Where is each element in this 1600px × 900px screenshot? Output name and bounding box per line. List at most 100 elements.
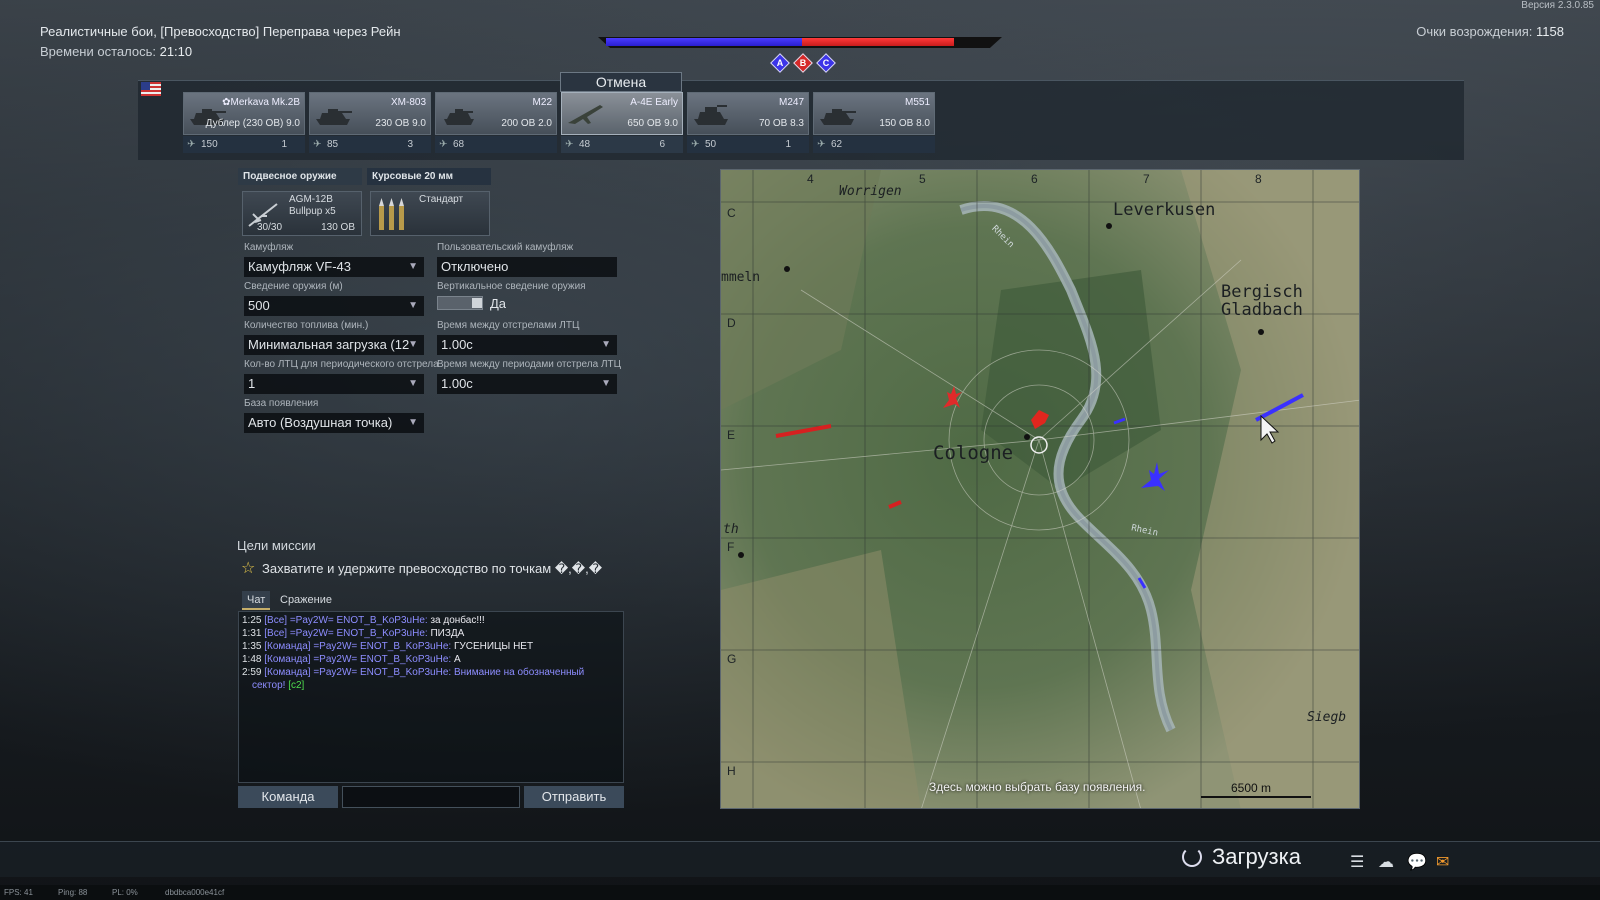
ammo-name: Стандарт <box>419 194 464 205</box>
tactical-map[interactable]: 4 5 6 7 8 C D E F G H Worrigen Leverkuse… <box>720 169 1360 809</box>
unit-br: 650 ОВ 9.0 <box>627 118 678 129</box>
chevron-down-icon: ▼ <box>408 261 418 272</box>
zone-a-marker: A <box>770 53 790 73</box>
chat-log[interactable]: 1:25 [Все] =Pay2W= ENOT_B_KoP3uHe: за до… <box>238 611 624 783</box>
send-button[interactable]: Отправить <box>524 786 624 808</box>
unit-name: ✿Merkava Mk.2B <box>222 97 300 108</box>
ping-readout: Ping: 88 <box>58 888 88 897</box>
spawn-base-label: База появления <box>244 398 319 409</box>
fuel-select[interactable]: Минимальная загрузка (12 ▼ <box>244 335 424 355</box>
map-scale-label: 6500 m <box>1231 781 1272 795</box>
unit-slot-xm803[interactable]: XM-803 230 ОВ 9.0 85 3 <box>309 92 431 154</box>
unit-cost: 150 <box>201 139 218 150</box>
chat-bubble-icon[interactable]: 💬 <box>1407 852 1427 872</box>
tracer-time-label: Время между отстрелами ЛТЦ <box>437 320 580 331</box>
unit-slot-m551[interactable]: M551 150 ОВ 8.0 62 <box>813 92 935 154</box>
map-scale-bar <box>1201 796 1311 798</box>
mission-objectives-title: Цели миссии <box>237 538 316 553</box>
convergence-select[interactable]: 500 ▼ <box>244 296 424 316</box>
score-bar-blue <box>606 38 802 46</box>
unit-br: 70 ОВ 8.3 <box>758 118 804 129</box>
chat-channel-team-button[interactable]: Команда <box>238 786 338 808</box>
tracer-count-select[interactable]: 1 ▼ <box>244 374 424 394</box>
time-left-label: Времени осталось: <box>40 44 156 59</box>
chevron-down-icon: ▼ <box>408 339 418 350</box>
unit-count: 3 <box>407 139 413 150</box>
chevron-down-icon: ▼ <box>601 378 611 389</box>
status-bar: FPS: 41 Ping: 88 PL: 0% dbdbca000e41cf <box>0 885 1600 900</box>
fuel-label: Количество топлива (мин.) <box>244 320 369 331</box>
tab-chat[interactable]: Чат <box>242 591 271 610</box>
unit-cost: 62 <box>831 139 843 150</box>
mail-icon[interactable]: ✉ <box>1436 852 1449 872</box>
chat-line: сектор! [c2] <box>252 680 305 691</box>
unit-cost: 68 <box>453 139 465 150</box>
tab-guns[interactable]: Курсовые 20 мм <box>367 168 491 185</box>
score-bar-red <box>802 38 954 46</box>
zone-b-marker: B <box>793 53 813 73</box>
unit-cost: 50 <box>705 139 717 150</box>
city-label: Bergisch <box>1221 282 1303 302</box>
map-row-label: C <box>727 206 736 220</box>
jet-icon <box>568 105 603 124</box>
city-label: th <box>723 522 739 537</box>
tab-battle[interactable]: Сражение <box>275 591 337 610</box>
unit-br: 200 ОВ 2.0 <box>501 118 552 129</box>
unit-slot-a4e[interactable]: A-4E Early 650 ОВ 9.0 48 6 <box>561 92 683 154</box>
camo-select[interactable]: Камуфляж VF-43 ▼ <box>244 257 424 277</box>
unit-slot-merkava[interactable]: ✿Merkava Mk.2B Дублер (230 ОВ) 9.0 150 1 <box>183 92 305 154</box>
map-row-label: G <box>727 652 737 666</box>
tank-icon <box>820 109 856 125</box>
packet-loss-readout: PL: 0% <box>112 888 138 897</box>
missile-name: AGM-12B Bullpup x5 <box>289 194 336 217</box>
missile-ammo: 30/30 <box>257 222 283 233</box>
chevron-down-icon: ▼ <box>408 378 418 389</box>
time-left: Времени осталось: 21:10 <box>40 44 192 59</box>
cancel-button[interactable]: Отмена <box>560 72 682 92</box>
spawn-base-select[interactable]: Авто (Воздушная точка) ▼ <box>244 413 424 433</box>
missile-cost: 130 ОВ <box>321 222 355 233</box>
map-terrain <box>721 170 1359 808</box>
city-label: Worrigen <box>839 184 902 199</box>
star-icon: ☆ <box>241 560 256 577</box>
unit-count: 6 <box>659 139 665 150</box>
unit-cost: 85 <box>327 139 339 150</box>
convergence-label: Сведение оружия (м) <box>244 281 343 292</box>
city-label: mmeln <box>721 270 761 285</box>
time-left-value: 21:10 <box>159 44 193 59</box>
unit-count: 1 <box>281 139 287 150</box>
map-row-label: F <box>727 540 735 554</box>
ammo-belt-card[interactable]: Стандарт <box>370 191 490 236</box>
city-label: Cologne <box>933 442 1014 464</box>
loading-label: Загрузка <box>1212 844 1301 869</box>
zone-c-marker: C <box>816 53 836 73</box>
loading-spinner-icon <box>1182 847 1202 867</box>
squad-icon[interactable]: ☁ <box>1378 852 1394 872</box>
list-icon[interactable]: ☰ <box>1350 852 1364 872</box>
missile-loadout-card[interactable]: AGM-12B Bullpup x5 30/30 130 ОВ <box>242 191 362 236</box>
map-col-label: 4 <box>807 172 814 186</box>
unit-name: XM-803 <box>390 97 426 108</box>
unit-slot-m247[interactable]: M247 70 ОВ 8.3 50 1 <box>687 92 809 154</box>
unit-slot-m22[interactable]: M22 200 ОВ 2.0 68 <box>435 92 557 154</box>
camo-label: Камуфляж <box>244 242 294 253</box>
ammo-icon <box>379 198 404 230</box>
chat-line: 1:25 [Все] =Pay2W= ENOT_B_KoP3uHe: за до… <box>242 615 485 626</box>
respawn-value: 1158 <box>1536 24 1564 39</box>
map-col-label: 6 <box>1031 172 1038 186</box>
city-label: Gladbach <box>1221 300 1303 320</box>
chat-line: 1:48 [Команда] =Pay2W= ENOT_B_KoP3uHe: А <box>242 654 461 665</box>
city-label: Siegb <box>1307 710 1347 725</box>
tab-suspended-weapons[interactable]: Подвесное оружие <box>238 168 362 185</box>
custom-camo-field[interactable]: Отключено <box>437 257 617 277</box>
chat-line: 1:35 [Команда] =Pay2W= ENOT_B_KoP3uHe: Г… <box>242 641 534 652</box>
map-row-label: H <box>727 764 736 778</box>
map-col-label: 5 <box>919 172 926 186</box>
map-row-label: E <box>727 428 736 442</box>
chevron-down-icon: ▼ <box>408 300 418 311</box>
unit-name: M247 <box>778 97 804 108</box>
respawn-points: Очки возрождения: 1158 <box>1416 24 1564 39</box>
tracer-time-select[interactable]: 1.00с ▼ <box>437 335 617 355</box>
tracer-period-select[interactable]: 1.00с ▼ <box>437 374 617 394</box>
chat-input[interactable] <box>342 786 520 808</box>
